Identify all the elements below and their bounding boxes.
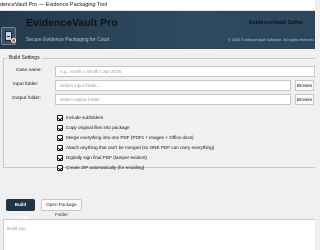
app-tagline: Secure Evidence Packaging for Court bbox=[26, 37, 110, 43]
copy-originals-checkbox[interactable] bbox=[57, 125, 63, 131]
merge-pdf-checkbox[interactable] bbox=[57, 135, 63, 141]
output-browse-button[interactable]: Browse bbox=[295, 94, 314, 105]
option-label: Digitally sign final PDF (tamper-evident… bbox=[66, 155, 147, 160]
build-log-placeholder: Build log... bbox=[7, 226, 29, 231]
create-zip-checkbox[interactable] bbox=[57, 165, 63, 171]
app-title: EvidenceVault Pro bbox=[26, 17, 118, 29]
sign-pdf-checkbox[interactable] bbox=[57, 155, 63, 161]
output-folder-input[interactable] bbox=[55, 94, 291, 105]
open-package-folder-button[interactable]: Open Package Folder bbox=[41, 199, 82, 217]
build-package-button[interactable]: Build Package bbox=[6, 199, 35, 219]
include-subfolders-checkbox[interactable] bbox=[57, 115, 63, 121]
option-label: Attach anything that can't be merged (so… bbox=[66, 145, 215, 150]
case-name-input[interactable] bbox=[55, 66, 315, 77]
evidence-cabinet-icon bbox=[1, 27, 16, 45]
output-folder-label: Output folder: bbox=[12, 96, 42, 101]
case-name-label: Case name: bbox=[16, 68, 42, 73]
window-title: denceVault Pro — Evidence Packaging Tool bbox=[0, 2, 108, 8]
option-label: Create ZIP automatically (for emailing) bbox=[66, 165, 145, 170]
copyright-text: © 2025 EvidenceVault Software. All right… bbox=[228, 38, 315, 42]
option-label: Copy original files into package bbox=[66, 125, 130, 130]
brand-name: EvidenceVault Softw bbox=[249, 20, 303, 26]
build-settings-legend: Build Settings bbox=[7, 55, 42, 61]
attach-unmergeable-checkbox[interactable] bbox=[57, 145, 63, 151]
option-label: Merge everything into one PDF (PDFs + im… bbox=[66, 135, 194, 140]
option-label: Include subfolders bbox=[66, 115, 104, 120]
input-browse-button[interactable]: Browse bbox=[295, 80, 314, 91]
window-title-bar: denceVault Pro — Evidence Packaging Tool bbox=[0, 0, 315, 11]
input-folder-input[interactable] bbox=[55, 80, 291, 91]
build-log-area[interactable] bbox=[3, 219, 315, 250]
input-folder-label: Input folder: bbox=[13, 82, 39, 87]
